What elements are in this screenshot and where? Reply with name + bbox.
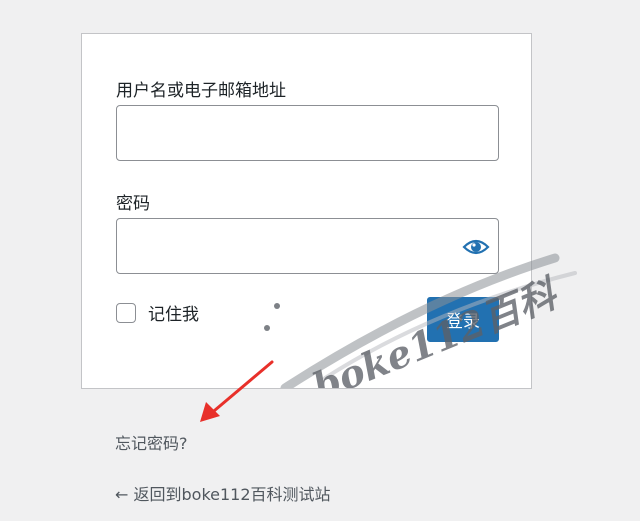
remember-me[interactable]: 记住我 xyxy=(116,300,199,325)
remember-label: 记住我 xyxy=(148,305,199,325)
back-to-site-link[interactable]: ← 返回到boke112百科测试站 xyxy=(115,481,331,505)
username-input[interactable] xyxy=(116,105,499,161)
lost-password-link[interactable]: 忘记密码? xyxy=(115,430,188,454)
password-input[interactable] xyxy=(116,218,499,274)
show-password-button[interactable] xyxy=(456,233,496,261)
login-button[interactable]: 登录 xyxy=(427,297,499,342)
login-form: 用户名或电子邮箱地址 密码 记住我 登录 xyxy=(81,33,532,389)
eye-icon xyxy=(462,239,490,255)
username-label: 用户名或电子邮箱地址 xyxy=(116,81,286,101)
remember-checkbox[interactable] xyxy=(116,302,136,323)
password-label: 密码 xyxy=(116,194,150,214)
